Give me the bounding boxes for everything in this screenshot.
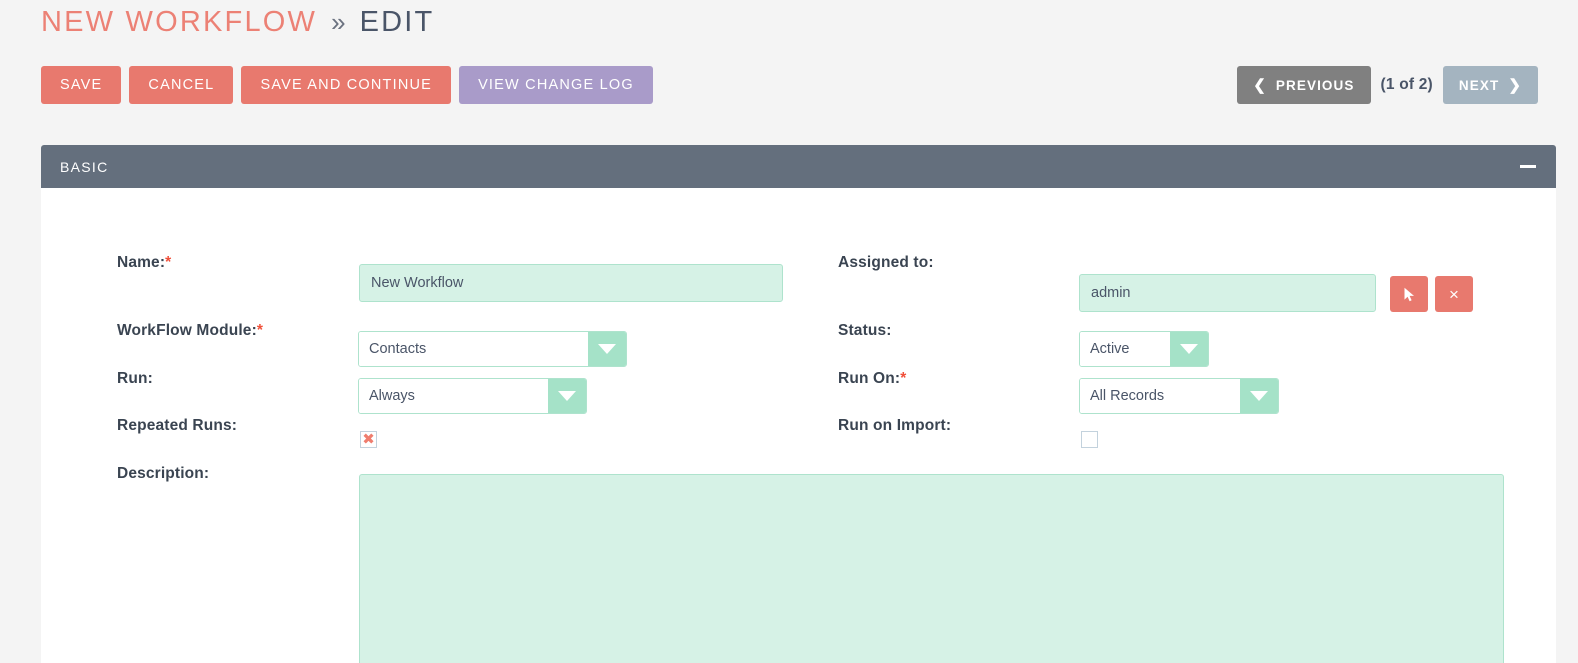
next-record-label: Next <box>1458 77 1500 93</box>
chevron-down-icon[interactable] <box>548 379 586 413</box>
previous-record-button[interactable]: ❮ Previous <box>1237 66 1371 104</box>
pagination-count: (1 of 2) <box>1380 76 1433 93</box>
close-x-icon: × <box>1449 284 1459 304</box>
page-title: Edit <box>359 6 435 38</box>
chevron-down-icon[interactable] <box>588 332 626 366</box>
page-header: New Workflow » Edit Save Cancel Save and… <box>0 0 1578 130</box>
assigned-to-clear-button[interactable]: × <box>1435 276 1473 312</box>
run-select[interactable]: Always <box>358 378 587 414</box>
action-toolbar: Save Cancel Save and Continue View Chang… <box>41 66 653 104</box>
basic-panel-header[interactable]: BASIC <box>41 145 1556 188</box>
status-value: Active <box>1080 332 1170 366</box>
breadcrumb-module: New Workflow <box>41 6 318 38</box>
breadcrumb: New Workflow » Edit <box>41 6 434 39</box>
basic-panel-body: Name:* Assigned to: × WorkFlow Module:* … <box>41 188 1556 663</box>
view-change-log-button[interactable]: View Change Log <box>459 66 653 104</box>
save-button[interactable]: Save <box>41 66 122 104</box>
assigned-to-input[interactable] <box>1079 274 1376 312</box>
name-label: Name:* <box>117 254 172 271</box>
required-asterisk: * <box>900 370 907 387</box>
chevron-right-icon: ❯ <box>1508 76 1522 94</box>
run-on-import-label: Run on Import: <box>838 417 952 434</box>
run-value: Always <box>359 379 548 413</box>
required-asterisk: * <box>256 322 264 339</box>
cancel-button[interactable]: Cancel <box>129 66 234 104</box>
status-select[interactable]: Active <box>1079 331 1209 367</box>
assigned-to-select-button[interactable] <box>1390 276 1428 312</box>
save-and-continue-button[interactable]: Save and Continue <box>241 66 452 104</box>
workflow-module-label: WorkFlow Module:* <box>117 322 264 339</box>
run-on-label: Run On:* <box>838 370 907 387</box>
cursor-arrow-icon <box>1403 287 1416 302</box>
repeated-runs-checkbox[interactable]: ✖ <box>360 431 377 448</box>
run-on-select[interactable]: All Records <box>1079 378 1279 414</box>
name-input[interactable] <box>359 264 783 302</box>
description-label: Description: <box>117 465 210 482</box>
previous-record-label: Previous <box>1275 77 1355 93</box>
run-label: Run: <box>117 370 153 387</box>
workflow-module-value: Contacts <box>359 332 588 366</box>
record-pagination: ❮ Previous (1 of 2) Next ❯ <box>1237 66 1538 104</box>
chevron-down-icon[interactable] <box>1170 332 1208 366</box>
breadcrumb-separator-icon: » <box>331 7 346 37</box>
next-record-button[interactable]: Next ❯ <box>1442 66 1538 104</box>
basic-panel-title: BASIC <box>60 158 109 175</box>
status-label: Status: <box>838 322 892 339</box>
assigned-to-label: Assigned to: <box>838 254 934 271</box>
run-on-value: All Records <box>1080 379 1240 413</box>
description-textarea[interactable] <box>359 474 1504 663</box>
required-asterisk: * <box>165 254 172 271</box>
run-on-import-checkbox[interactable] <box>1081 431 1098 448</box>
workflow-module-select[interactable]: Contacts <box>358 331 627 367</box>
chevron-left-icon: ❮ <box>1253 76 1267 94</box>
repeated-runs-label: Repeated Runs: <box>117 417 238 434</box>
check-x-icon: ✖ <box>362 430 375 448</box>
minus-icon[interactable] <box>1520 165 1536 168</box>
basic-panel: BASIC Name:* Assigned to: × WorkFlow Mod… <box>41 145 1556 663</box>
chevron-down-icon[interactable] <box>1240 379 1278 413</box>
